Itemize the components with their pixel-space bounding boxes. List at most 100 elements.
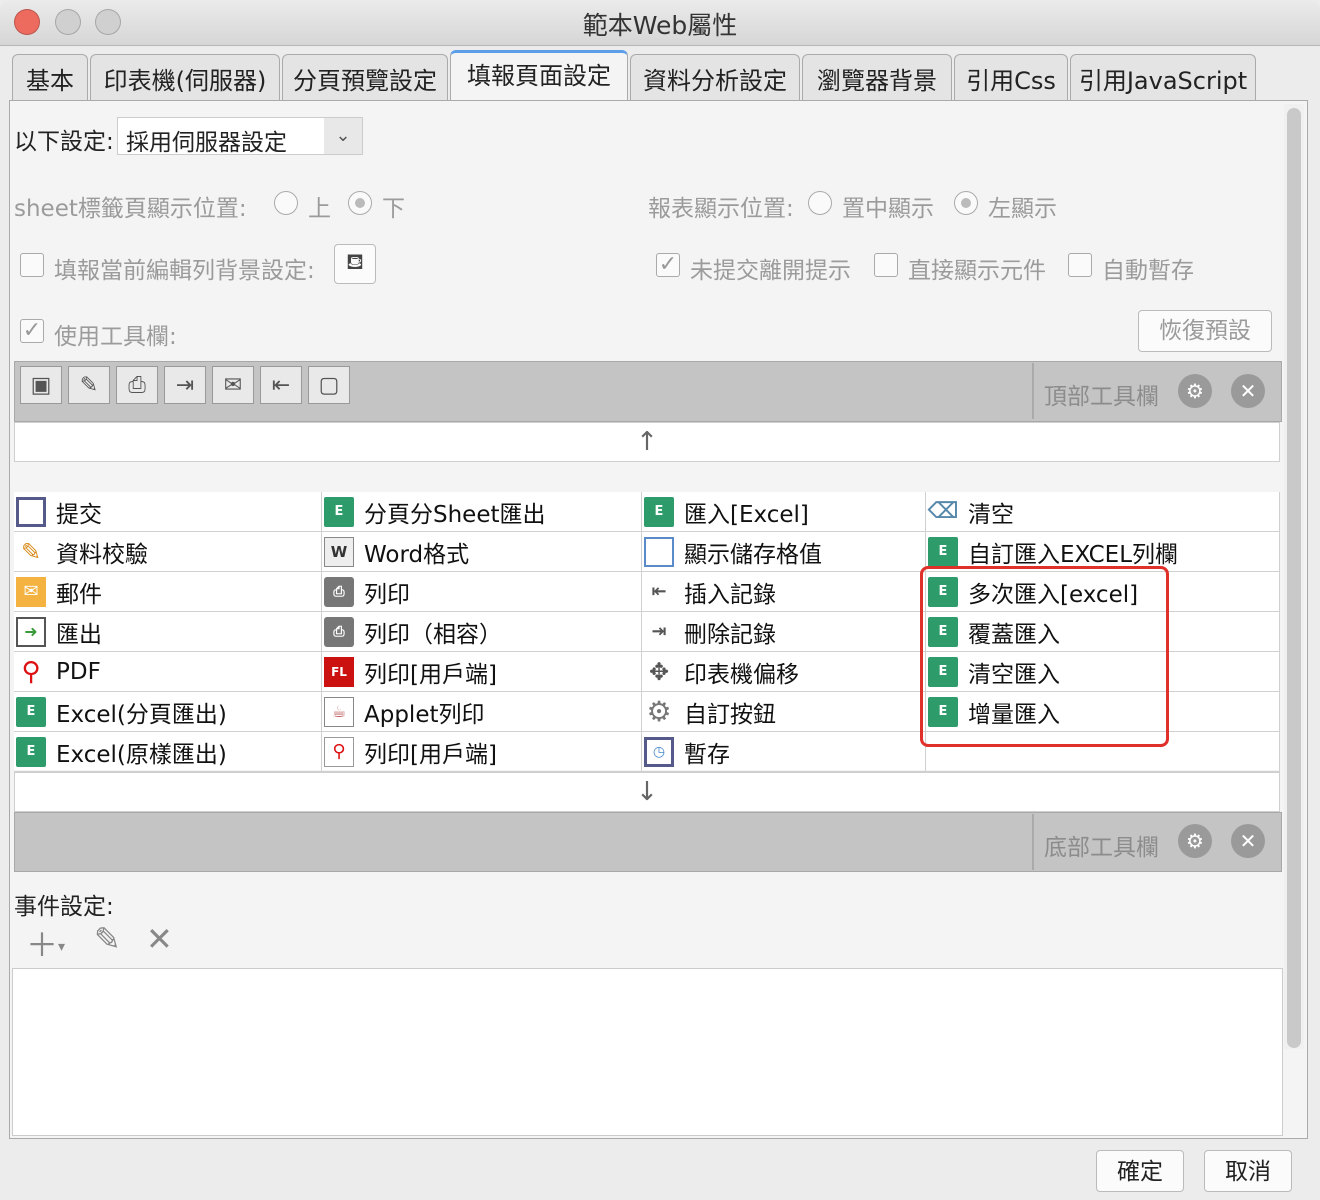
list-item-print-compat[interactable]: ⎙ 列印（相容）	[322, 612, 642, 652]
mode-select[interactable]: 採用伺服器設定 ⌄	[117, 117, 363, 156]
excel-icon: E	[16, 736, 46, 767]
edit-event-icon[interactable]: ✎	[94, 920, 121, 958]
radio-sheet-bottom[interactable]	[348, 191, 372, 215]
toolbar-save-icon[interactable]: ▣	[20, 366, 62, 404]
top-toolbar-settings-icon[interactable]: ⚙	[1178, 374, 1212, 408]
radio-sheet-bottom-label: 下	[382, 196, 405, 222]
highlight-box	[920, 566, 1169, 747]
list-item-print-client-pdf[interactable]: ⚲ 列印[用戶端]	[322, 732, 642, 772]
list-item-delete-record[interactable]: ⇥ 刪除記錄	[642, 612, 926, 652]
radio-report-left-label: 左顯示	[988, 196, 1057, 222]
pdf-print-icon: ⚲	[324, 736, 354, 767]
add-event-icon[interactable]: ＋▾	[26, 920, 65, 966]
excel-icon: E	[16, 696, 46, 727]
paint-bucket-icon[interactable]: ⛾	[334, 244, 376, 284]
checkbox-autosave[interactable]	[1068, 253, 1092, 277]
cancel-button[interactable]: 取消	[1204, 1150, 1292, 1192]
mode-select-value: 採用伺服器設定	[126, 130, 287, 156]
list-item-pdf[interactable]: ⚲ PDF	[14, 652, 322, 692]
radio-sheet-top[interactable]	[274, 191, 298, 215]
pdf-icon: ⚲	[21, 656, 41, 687]
list-item-excel-page[interactable]: E Excel(分頁匯出)	[14, 692, 322, 732]
applet-icon: ☕	[324, 696, 354, 727]
list-item-import-excel[interactable]: E 匯入[Excel]	[642, 492, 926, 532]
ok-button[interactable]: 確定	[1096, 1150, 1184, 1192]
toolbar-insert-icon[interactable]: ⇤	[260, 366, 302, 404]
grid-column-2: E 分頁分Sheet匯出 W Word格式 ⎙ 列印 ⎙ 列印（相容） FL 列印[用戶端…	[322, 492, 642, 772]
list-item-insert-record[interactable]: ⇤ 插入記錄	[642, 572, 926, 612]
events-list[interactable]	[12, 968, 1283, 1136]
grid-column-1: 提交 ✎ 資料校驗 ✉ 郵件 ➜ 匯出 ⚲ PDF E Excel(分頁匯出) E Exce…	[14, 492, 322, 772]
tab-data-analysis[interactable]: 資料分析設定	[630, 54, 800, 100]
bottom-toolbar-label: 底部工具欄	[1044, 835, 1159, 861]
tab-fill-page-settings[interactable]: 填報頁面設定	[450, 50, 628, 102]
printer-icon: ⎙	[324, 616, 354, 647]
grid-column-3: E 匯入[Excel] 顯示儲存格值 ⇤ 插入記錄 ⇥ 刪除記錄 ✥ 印表機偏移 ⚙ 自訂…	[642, 492, 926, 772]
tab-css[interactable]: 引用Css	[954, 54, 1068, 100]
list-item-print-client-flash[interactable]: FL 列印[用戶端]	[322, 652, 642, 692]
events-label: 事件設定:	[14, 894, 114, 920]
list-item-submit[interactable]: 提交	[14, 492, 322, 532]
temp-save-icon: ◷	[644, 736, 674, 767]
move-up-arrow-icon[interactable]: ↑	[14, 422, 1280, 462]
checkbox-show-widget[interactable]	[874, 253, 898, 277]
show-widget-label: 直接顯示元件	[908, 258, 1046, 284]
toolbar-divider	[1032, 363, 1034, 419]
checkbox-use-toolbar[interactable]: ✓	[20, 319, 44, 343]
pencil-icon: ✎	[20, 537, 42, 566]
list-item-verify[interactable]: ✎ 資料校驗	[14, 532, 322, 572]
scrollbar-thumb[interactable]	[1287, 108, 1301, 1048]
checkbox-row-background[interactable]	[20, 253, 44, 277]
list-item-print[interactable]: ⎙ 列印	[322, 572, 642, 612]
toolbar-pencil-icon[interactable]: ✎	[68, 366, 110, 404]
tab-page-preview[interactable]: 分頁預覽設定	[282, 54, 448, 100]
toolbar-blank-icon[interactable]: ▢	[308, 366, 350, 404]
list-item-email[interactable]: ✉ 郵件	[14, 572, 322, 612]
toolbar-print-icon[interactable]: ⎙	[116, 366, 158, 404]
use-toolbar-label: 使用工具欄:	[54, 324, 177, 350]
restore-default-button[interactable]: 恢復預設	[1138, 310, 1272, 352]
list-item-show-cell-value[interactable]: 顯示儲存格值	[642, 532, 926, 572]
list-item-excel-original[interactable]: E Excel(原樣匯出)	[14, 732, 322, 772]
list-item-word[interactable]: W Word格式	[322, 532, 642, 572]
tab-basic[interactable]: 基本	[12, 54, 88, 100]
list-item-sheet-export[interactable]: E 分頁分Sheet匯出	[322, 492, 642, 532]
toolbar-mail-icon[interactable]: ✉	[212, 366, 254, 404]
unsubmitted-warning-label: 未提交離開提示	[690, 258, 851, 284]
list-item-printer-offset[interactable]: ✥ 印表機偏移	[642, 652, 926, 692]
list-item-export[interactable]: ➜ 匯出	[14, 612, 322, 652]
save-icon	[16, 496, 46, 527]
radio-report-left[interactable]	[954, 191, 978, 215]
chevron-down-icon[interactable]: ⌄	[324, 118, 362, 154]
bottom-toolbar-remove-icon[interactable]: ✕	[1231, 824, 1265, 858]
row-background-label: 填報當前編輯列背景設定:	[54, 258, 315, 284]
tab-printer-server[interactable]: 印表機(伺服器)	[90, 54, 280, 100]
tab-browser-background[interactable]: 瀏覽器背景	[802, 54, 952, 100]
printer-icon: ⎙	[324, 576, 354, 607]
delete-event-icon[interactable]: ✕	[146, 920, 173, 958]
top-toolbar-label: 頂部工具欄	[1044, 384, 1159, 410]
excel-icon: E	[644, 496, 674, 527]
insert-row-icon: ⇤	[651, 581, 667, 602]
gear-icon: ⚙	[646, 695, 672, 728]
bottom-toolbar-settings-icon[interactable]: ⚙	[1178, 824, 1212, 858]
word-icon: W	[324, 536, 354, 567]
excel-icon: E	[928, 536, 958, 567]
tab-javascript[interactable]: 引用JavaScript	[1070, 54, 1256, 100]
radio-report-center-label: 置中顯示	[842, 196, 934, 222]
move-icon: ✥	[648, 657, 670, 686]
report-position-label: 報表顯示位置:	[648, 196, 794, 222]
radio-report-center[interactable]	[808, 191, 832, 215]
list-item-custom-button[interactable]: ⚙ 自訂按鈕	[642, 692, 926, 732]
checkbox-unsubmitted-warning[interactable]: ✓	[656, 253, 680, 277]
eraser-icon: ⌫	[927, 499, 959, 524]
toolbar-export-icon[interactable]: ⇥	[164, 366, 206, 404]
mail-icon: ✉	[16, 576, 46, 607]
top-toolbar-remove-icon[interactable]: ✕	[1231, 374, 1265, 408]
cell-icon	[644, 536, 674, 567]
move-down-arrow-icon[interactable]: ↓	[14, 772, 1280, 812]
list-item-applet-print[interactable]: ☕ Applet列印	[322, 692, 642, 732]
autosave-label: 自動暫存	[1102, 258, 1194, 284]
list-item-clear[interactable]: ⌫ 清空	[926, 492, 1280, 532]
list-item-temp-save[interactable]: ◷ 暫存	[642, 732, 926, 772]
